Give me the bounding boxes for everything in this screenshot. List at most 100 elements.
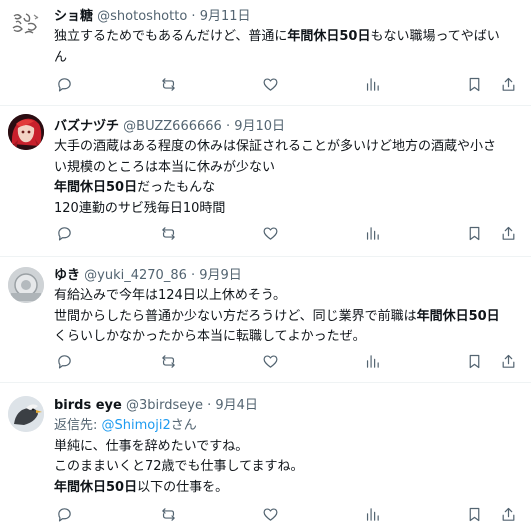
- post[interactable]: バズナヅチ @BUZZ666666 · 9月10日 大手の酒蔵はある程度の休みは…: [0, 106, 531, 257]
- text-run: もない職場ってやばい: [370, 29, 500, 44]
- views-chart-icon: [366, 507, 379, 521]
- post-text: 有給込みで今年は124日以上休めそう。 世間からしたら普通か少ない方だろうけど、…: [54, 286, 521, 348]
- reply-prefix: 返信先:: [54, 418, 102, 433]
- heart-icon: [263, 77, 277, 91]
- text-line: 独立するためでもあるんだけど、普通に年間休日50日もない職場ってやばい: [54, 27, 521, 48]
- display-name[interactable]: birds eye: [54, 398, 122, 413]
- avatar[interactable]: [8, 6, 44, 42]
- text-line: 世間からしたら普通か少ない方だろうけど、同じ業界で前職は年間休日50日: [54, 307, 521, 328]
- heart-icon: [263, 507, 277, 521]
- avatar[interactable]: [8, 396, 44, 432]
- action-bar: [54, 504, 516, 524]
- meta-separator: ·: [202, 398, 216, 413]
- handle[interactable]: @3birdseye: [126, 398, 203, 413]
- views-chart-icon: [366, 226, 379, 240]
- display-name[interactable]: ゆき: [54, 268, 80, 283]
- action-bar: [54, 74, 516, 94]
- reply-icon: [57, 226, 71, 240]
- post[interactable]: ゆき @yuki_4270_86 · 9月9日 有給込みで今年は124日以上休め…: [0, 257, 531, 383]
- text-line: 単純に、仕事を辞めたいですね。: [54, 437, 521, 458]
- post-text: 独立するためでもあるんだけど、普通に年間休日50日もない職場ってやばい ん: [54, 27, 521, 68]
- heart-icon: [263, 226, 277, 240]
- repost-button[interactable]: [158, 351, 178, 371]
- display-name[interactable]: バズナヅチ: [54, 119, 119, 134]
- text-run: 以下の仕事を。: [137, 479, 229, 495]
- text-line: このままいくと72歳でも仕事してますね。: [54, 457, 521, 478]
- text-line: 年間休日50日だったもんな: [54, 178, 521, 199]
- views-button[interactable]: [362, 351, 382, 371]
- share-icon: [502, 77, 514, 91]
- reply-button[interactable]: [54, 351, 74, 371]
- text-run: ん: [54, 49, 68, 65]
- gray-photo-avatar-icon: [8, 267, 44, 303]
- reply-icon: [57, 507, 71, 521]
- text-run: 大手の酒蔵はある程度の休みは保証されることが多いけど地方の酒蔵や小さ: [54, 139, 497, 154]
- bookmark-button[interactable]: [464, 351, 484, 371]
- text-run: 世間からしたら普通か少ない方だろうけど、同じ業界で前職は: [54, 308, 417, 324]
- post-date[interactable]: 9月10日: [234, 119, 285, 134]
- avatar[interactable]: [8, 114, 44, 150]
- share-button[interactable]: [498, 74, 518, 94]
- text-run: 単純に、仕事を辞めたいですね。: [54, 438, 249, 454]
- post-date[interactable]: 9月4日: [215, 398, 258, 413]
- text-line: 年間休日50日以下の仕事を。: [54, 478, 521, 499]
- share-button[interactable]: [498, 351, 518, 371]
- post-header: バズナヅチ @BUZZ666666 · 9月10日: [54, 118, 285, 136]
- reply-button[interactable]: [54, 223, 74, 243]
- views-chart-icon: [366, 354, 379, 368]
- handle[interactable]: @BUZZ666666: [123, 119, 222, 134]
- red-haired-character-avatar-icon: [8, 114, 44, 150]
- views-button[interactable]: [362, 223, 382, 243]
- keyword-highlight: 年間休日50日: [54, 180, 138, 195]
- action-bar: [54, 223, 516, 243]
- bookmark-button[interactable]: [464, 223, 484, 243]
- text-line: い規模のところは本当に休みが少ない: [54, 158, 521, 179]
- text-run: 独立するためでもあるんだけど、普通に: [54, 29, 288, 44]
- share-icon: [502, 226, 514, 240]
- reply-icon: [57, 77, 71, 91]
- repost-icon: [161, 354, 175, 368]
- handle[interactable]: @yuki_4270_86: [84, 268, 187, 283]
- handle[interactable]: @shotoshotto: [97, 9, 187, 24]
- text-line: くらいしかなかったから本当に転職してよかったぜ。: [54, 327, 521, 348]
- reply-context: 返信先: @Shimoji2さん: [54, 416, 521, 437]
- post-text: 大手の酒蔵はある程度の休みは保証されることが多いけど地方の酒蔵や小さ い規模のと…: [54, 137, 521, 219]
- repost-button[interactable]: [158, 504, 178, 524]
- bookmark-button[interactable]: [464, 504, 484, 524]
- like-button[interactable]: [260, 74, 280, 94]
- like-button[interactable]: [260, 351, 280, 371]
- views-button[interactable]: [362, 74, 382, 94]
- views-button[interactable]: [362, 504, 382, 524]
- display-name[interactable]: ショ糖: [54, 9, 93, 24]
- repost-icon: [161, 226, 175, 240]
- text-run: 120連勤のサビ残毎日10時間: [54, 200, 226, 216]
- like-button[interactable]: [260, 504, 280, 524]
- reply-button[interactable]: [54, 74, 74, 94]
- post-header: birds eye @3birdseye · 9月4日: [54, 397, 258, 415]
- share-button[interactable]: [498, 504, 518, 524]
- avatar[interactable]: [8, 267, 44, 303]
- post[interactable]: ショ糖 @shotoshotto · 9月11日 独立するためでもあるんだけど、…: [0, 0, 531, 106]
- text-run: い規模のところは本当に休みが少ない: [54, 159, 276, 175]
- repost-button[interactable]: [158, 223, 178, 243]
- meta-separator: ·: [187, 9, 200, 24]
- bookmark-icon: [469, 226, 479, 240]
- text-line: 大手の酒蔵はある程度の休みは保証されることが多いけど地方の酒蔵や小さ: [54, 137, 521, 158]
- repost-button[interactable]: [158, 74, 178, 94]
- action-bar: [54, 351, 516, 371]
- sketch-doodle-avatar-icon: [8, 6, 44, 42]
- text-line: ん: [54, 48, 521, 69]
- text-run: くらいしかなかったから本当に転職してよかったぜ。: [54, 329, 366, 344]
- reply-handle-link[interactable]: @Shimoji2: [102, 418, 171, 433]
- keyword-highlight: 年間休日50日: [54, 479, 138, 495]
- share-button[interactable]: [498, 223, 518, 243]
- views-chart-icon: [366, 77, 379, 91]
- post-date[interactable]: 9月11日: [200, 9, 251, 24]
- post-date[interactable]: 9月9日: [199, 268, 242, 283]
- like-button[interactable]: [260, 223, 280, 243]
- bookmark-button[interactable]: [464, 74, 484, 94]
- reply-button[interactable]: [54, 504, 74, 524]
- post[interactable]: birds eye @3birdseye · 9月4日 返信先: @Shimoj…: [0, 383, 531, 529]
- reply-feed: ショ糖 @shotoshotto · 9月11日 独立するためでもあるんだけど、…: [0, 0, 531, 529]
- meta-separator: ·: [221, 119, 235, 134]
